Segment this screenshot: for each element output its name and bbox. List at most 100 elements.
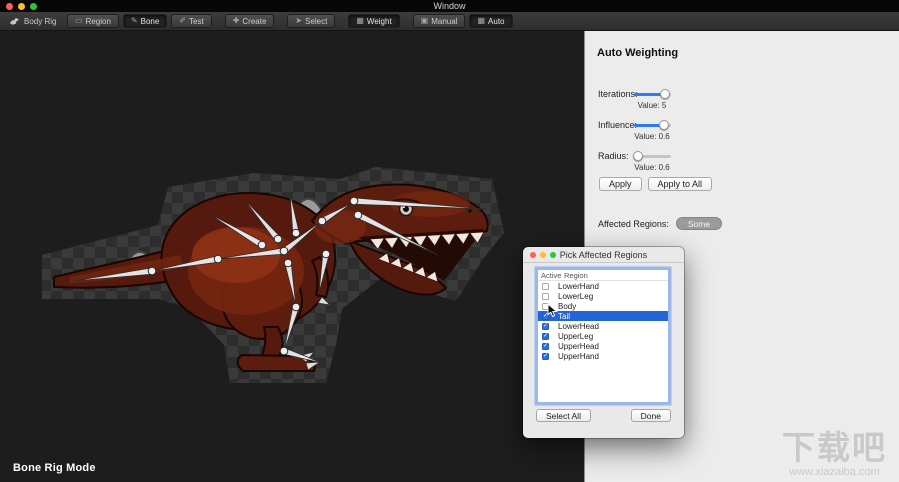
affected-regions-row: Affected Regions: Some bbox=[598, 217, 723, 230]
bone-joint[interactable] bbox=[321, 249, 331, 259]
slider-track[interactable] bbox=[634, 120, 671, 130]
close-button[interactable] bbox=[6, 2, 13, 10]
bone-joint[interactable] bbox=[147, 266, 157, 276]
dialog-zoom-button[interactable] bbox=[550, 251, 556, 258]
body-rig-label-text: Body Rig bbox=[24, 16, 57, 26]
dialog-window-controls bbox=[530, 251, 556, 258]
region-name: LowerHand bbox=[558, 281, 599, 291]
toolbar-button-select[interactable]: ➤ Select bbox=[287, 14, 336, 28]
toolbar-button-manual[interactable]: ▣ Manual bbox=[412, 14, 466, 28]
bone-joint[interactable] bbox=[279, 346, 289, 356]
bone-joint[interactable] bbox=[257, 240, 267, 250]
region-name: LowerHead bbox=[558, 321, 599, 331]
toolbar-button-create[interactable]: ✚ Create bbox=[224, 14, 275, 28]
region-row-upperleg[interactable]: ✓ UpperLeg bbox=[538, 331, 668, 341]
watermark: 下载吧 www.xiazaiba.com bbox=[782, 431, 887, 478]
region-checkbox[interactable] bbox=[542, 292, 549, 300]
dialog-buttons: Select All Done bbox=[523, 409, 684, 422]
bone-joint[interactable] bbox=[291, 228, 301, 238]
region-row-upperhead[interactable]: ✓ UpperHead bbox=[538, 341, 668, 351]
apply-button[interactable]: Apply bbox=[599, 177, 642, 191]
region-name: UpperLeg bbox=[558, 331, 594, 341]
region-checkbox[interactable]: ✓ bbox=[542, 322, 549, 330]
region-name: UpperHead bbox=[558, 341, 599, 351]
toolbar-button-label: Test bbox=[189, 16, 204, 26]
window-titlebar: Window bbox=[0, 0, 899, 12]
editor-canvas[interactable]: Bone Rig Mode bbox=[0, 31, 584, 482]
toolbar-buttons: ▭ Region ✎ Bone ✐ Test ✚ Create ➤ Select ▦ Weight ▣ M… bbox=[67, 14, 513, 28]
watermark-title: 下载吧 bbox=[782, 429, 887, 467]
region-checkbox[interactable]: ✓ bbox=[542, 342, 549, 350]
toolbar-button-region[interactable]: ▭ Region bbox=[67, 14, 119, 28]
toolbar-button-label: Manual bbox=[431, 16, 458, 26]
region-name: Tail bbox=[558, 311, 571, 321]
window-controls bbox=[6, 2, 37, 10]
toolbar-button-weight[interactable]: ▦ Weight bbox=[348, 14, 400, 28]
affected-regions-some-button[interactable]: Some bbox=[675, 217, 723, 230]
bone-joint[interactable] bbox=[273, 234, 283, 244]
region-row-lowerhead[interactable]: ✓ LowerHead bbox=[538, 321, 668, 331]
slider-track[interactable] bbox=[632, 151, 671, 161]
region-row-lowerleg[interactable]: LowerLeg bbox=[538, 291, 668, 301]
auto-grid-icon: ▦ bbox=[477, 16, 486, 25]
bone-joint[interactable] bbox=[283, 258, 293, 268]
slider-value: Value: 0.6 bbox=[634, 132, 670, 141]
dialog-titlebar: Pick Affected Regions bbox=[523, 247, 684, 263]
minimize-button[interactable] bbox=[18, 2, 25, 10]
mode-status-label: Bone Rig Mode bbox=[13, 462, 96, 474]
slider-label: Iterations: bbox=[598, 89, 638, 99]
slider-label: Influence: bbox=[598, 120, 638, 130]
slider-row-radius: Radius: Value: 0.6 bbox=[585, 149, 899, 180]
toolbar-button-test[interactable]: ✐ Test bbox=[171, 14, 212, 28]
region-row-lowerhand[interactable]: LowerHand bbox=[538, 281, 668, 291]
done-button[interactable]: Done bbox=[630, 409, 671, 422]
slider-row-iterations: Iterations: Value: 5 bbox=[585, 87, 899, 118]
dialog-minimize-button[interactable] bbox=[540, 251, 546, 258]
slider-rows: Iterations: Value: 5 Influence: Value: 0.6 R… bbox=[585, 87, 899, 180]
region-name: LowerLeg bbox=[558, 291, 594, 301]
bone-joint[interactable] bbox=[279, 246, 289, 256]
region-table-header: Active Region bbox=[538, 270, 668, 281]
bone-joint[interactable] bbox=[213, 254, 223, 264]
region-name: UpperHand bbox=[558, 351, 599, 361]
slider-thumb[interactable] bbox=[660, 89, 671, 99]
region-row-upperhand[interactable]: ✓ UpperHand bbox=[538, 351, 668, 361]
slider-thumb[interactable] bbox=[632, 151, 643, 161]
slider-row-influence: Influence: Value: 0.6 bbox=[585, 118, 899, 149]
bone-joint[interactable] bbox=[353, 210, 363, 220]
region-checkbox[interactable] bbox=[542, 282, 549, 290]
toolbar-button-label: Bone bbox=[140, 16, 160, 26]
region-name: Body bbox=[558, 301, 577, 311]
region-checkbox[interactable]: ✓ bbox=[542, 332, 549, 340]
region-checkbox[interactable]: ✓ bbox=[542, 352, 549, 360]
slider-value: Value: 0.6 bbox=[634, 163, 670, 172]
mouse-cursor-icon bbox=[547, 303, 558, 318]
dialog-close-button[interactable] bbox=[530, 251, 536, 258]
pencil-icon: ✎ bbox=[130, 16, 138, 25]
bone-joint[interactable] bbox=[291, 302, 301, 312]
select-all-button[interactable]: Select All bbox=[536, 409, 591, 422]
toolbar: Body Rig ▭ Region ✎ Bone ✐ Test ✚ Create ➤ Select… bbox=[0, 12, 899, 31]
toolbar-button-auto[interactable]: ▦ Auto bbox=[469, 14, 513, 28]
column-header-region: Region bbox=[564, 270, 588, 280]
panel-title: Auto Weighting bbox=[597, 47, 679, 59]
toolbar-button-label: Weight bbox=[366, 16, 392, 26]
manual-panel-icon: ▣ bbox=[420, 16, 429, 25]
region-table[interactable]: Active Region LowerHand LowerLeg Body ✓ Tail… bbox=[537, 269, 669, 403]
plus-icon: ✚ bbox=[232, 16, 240, 25]
nostril bbox=[468, 209, 472, 213]
watermark-url: www.xiazaiba.com bbox=[789, 466, 880, 478]
menu-item-window[interactable]: Window bbox=[433, 1, 465, 11]
apply-to-all-button[interactable]: Apply to All bbox=[647, 177, 713, 191]
bone-joint[interactable] bbox=[317, 216, 327, 226]
toolbar-button-label: Select bbox=[305, 16, 328, 26]
bone-joint[interactable] bbox=[349, 196, 359, 206]
panel-buttons: Apply Apply to All bbox=[599, 177, 713, 191]
toolbar-button-bone[interactable]: ✎ Bone bbox=[122, 14, 168, 28]
slider-track[interactable] bbox=[634, 89, 671, 99]
dinosaur-rig-art bbox=[42, 167, 504, 383]
region-list-rows: LowerHand LowerLeg Body ✓ Tail ✓ LowerHead ✓ Upp… bbox=[538, 281, 668, 361]
slider-label: Radius: bbox=[598, 151, 629, 161]
zoom-button[interactable] bbox=[30, 2, 37, 10]
slider-thumb[interactable] bbox=[658, 120, 669, 130]
